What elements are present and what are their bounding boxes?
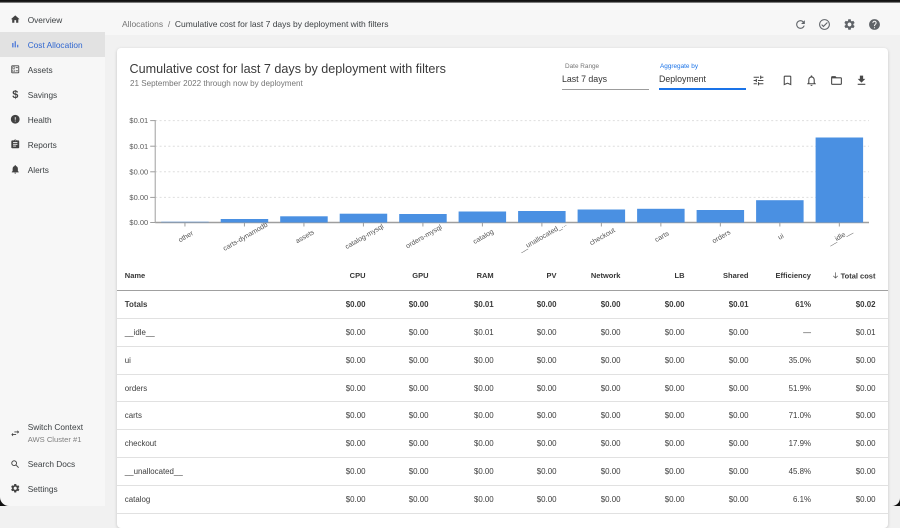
svg-text:$0.01: $0.01 (129, 116, 148, 125)
svg-text:checkout: checkout (589, 227, 617, 247)
svg-text:other: other (177, 230, 195, 244)
svg-text:catalog-mysql: catalog-mysql (344, 223, 385, 251)
svg-text:orders-mysql: orders-mysql (405, 224, 444, 251)
svg-text:ui: ui (777, 233, 786, 242)
svg-text:__unallocated_...: __unallocated_... (517, 221, 568, 254)
svg-text:$0.00: $0.00 (129, 167, 148, 176)
svg-text:$0.00: $0.00 (129, 218, 148, 227)
svg-text:__idle__: __idle__ (826, 227, 853, 247)
svg-text:orders: orders (711, 229, 732, 245)
svg-text:$0.01: $0.01 (129, 142, 148, 151)
svg-text:catalog: catalog (472, 228, 495, 245)
svg-text:$0.00: $0.00 (129, 193, 148, 202)
svg-text:carts-dynamodb: carts-dynamodb (222, 222, 269, 253)
svg-text:carts: carts (654, 230, 671, 244)
svg-text:assets: assets (295, 229, 316, 245)
